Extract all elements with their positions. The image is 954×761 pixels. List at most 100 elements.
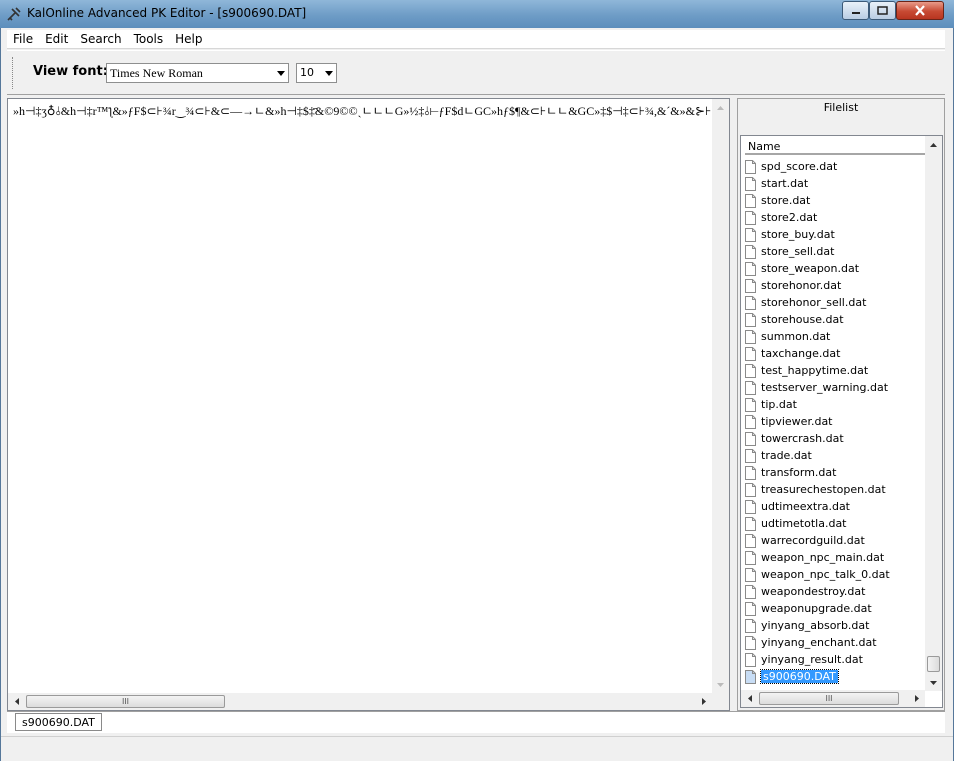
file-icon	[745, 176, 756, 191]
list-item[interactable]: start.dat	[745, 175, 925, 192]
horizontal-scroll-thumb[interactable]: III	[26, 695, 225, 708]
scroll-right-button[interactable]	[695, 693, 712, 710]
list-item-label: weapon_npc_main.dat	[761, 551, 885, 564]
text-editor[interactable]: »h⊣‡ʒ♁⫰&h⊣‡r™ƪ&»ƒF$⊂⊦¾r‿¾⊂⊦&⊂—→ㄴ&»h⊣‡$‡̄…	[7, 98, 730, 711]
list-item-label: spd_score.dat	[761, 160, 838, 173]
minimize-button[interactable]	[842, 1, 869, 20]
list-item-label: taxchange.dat	[761, 347, 841, 360]
editor-horizontal-scrollbar[interactable]: III	[8, 693, 712, 710]
list-item[interactable]: taxchange.dat	[745, 345, 925, 362]
filelist-view[interactable]: Name spd_score.dat start.dat store.dat stor…	[740, 135, 943, 708]
font-size-select[interactable]: 10	[296, 63, 337, 83]
column-header-name[interactable]: Name	[745, 138, 925, 155]
menu-search[interactable]: Search	[74, 32, 127, 46]
list-item-label: storehouse.dat	[761, 313, 844, 326]
font-size-value: 10	[300, 66, 314, 79]
list-item-label: towercrash.dat	[761, 432, 844, 445]
list-horizontal-scroll-thumb[interactable]: III	[759, 692, 899, 705]
title-bar[interactable]: KalOnline Advanced PK Editor - [s900690.…	[0, 0, 954, 28]
list-item-label: storehonor_sell.dat	[761, 296, 867, 309]
list-item[interactable]: storehouse.dat	[745, 311, 925, 328]
menu-file[interactable]: File	[7, 32, 39, 46]
list-item[interactable]: weapon_npc_talk_0.dat	[745, 566, 925, 583]
list-item[interactable]: yinyang_result.dat	[745, 651, 925, 668]
list-scroll-up-button[interactable]	[925, 136, 942, 153]
scroll-up-button[interactable]	[712, 99, 729, 116]
list-item[interactable]: tip.dat	[745, 396, 925, 413]
list-item-label: weapon_npc_talk_0.dat	[761, 568, 890, 581]
file-icon	[745, 295, 756, 310]
list-item-label: yinyang_absorb.dat	[761, 619, 870, 632]
list-item[interactable]: weapon_npc_main.dat	[745, 549, 925, 566]
file-icon	[745, 159, 756, 174]
filelist-vertical-scrollbar[interactable]	[925, 136, 942, 691]
arrow-down-icon	[717, 682, 724, 687]
font-dropdown-button[interactable]	[272, 64, 288, 82]
list-item[interactable]: testserver_warning.dat	[745, 379, 925, 396]
maximize-button[interactable]	[869, 1, 896, 20]
list-item[interactable]: storehonor_sell.dat	[745, 294, 925, 311]
toolbar-grip[interactable]	[12, 57, 15, 89]
list-item[interactable]: treasurechestopen.dat	[745, 481, 925, 498]
list-item[interactable]: yinyang_absorb.dat	[745, 617, 925, 634]
list-item-label: summon.dat	[761, 330, 831, 343]
list-item[interactable]: store_buy.dat	[745, 226, 925, 243]
chevron-down-icon	[324, 70, 333, 76]
file-icon	[745, 346, 756, 361]
scrollbar-corner	[712, 693, 729, 710]
list-item[interactable]: store_weapon.dat	[745, 260, 925, 277]
list-item[interactable]: store2.dat	[745, 209, 925, 226]
list-scroll-thumb-grip: III	[825, 694, 833, 703]
close-icon	[915, 5, 925, 16]
file-icon	[745, 635, 756, 650]
list-item-label: warrecordguild.dat	[761, 534, 865, 547]
scroll-thumb-grip: III	[121, 697, 130, 706]
menu-edit[interactable]: Edit	[39, 32, 74, 46]
list-item[interactable]: udtimetotla.dat	[745, 515, 925, 532]
size-dropdown-button[interactable]	[320, 64, 336, 82]
list-item[interactable]: summon.dat	[745, 328, 925, 345]
list-scroll-down-button[interactable]	[925, 674, 942, 691]
editor-vertical-scrollbar[interactable]	[712, 99, 729, 693]
list-item[interactable]: trade.dat	[745, 447, 925, 464]
list-item[interactable]: towercrash.dat	[745, 430, 925, 447]
list-item-label: storehonor.dat	[761, 279, 842, 292]
window-title: KalOnline Advanced PK Editor - [s900690.…	[27, 6, 307, 20]
scroll-down-button[interactable]	[712, 676, 729, 693]
editor-content[interactable]: »h⊣‡ʒ♁⫰&h⊣‡r™ƪ&»ƒF$⊂⊦¾r‿¾⊂⊦&⊂—→ㄴ&»h⊣‡$‡̄…	[13, 102, 713, 119]
file-icon	[745, 618, 756, 633]
list-item-selected[interactable]: s900690.DAT	[745, 668, 925, 685]
list-item[interactable]: tipviewer.dat	[745, 413, 925, 430]
menu-help[interactable]: Help	[169, 32, 208, 46]
list-item[interactable]: udtimeextra.dat	[745, 498, 925, 515]
arrow-down-icon	[930, 680, 937, 685]
file-icon	[745, 329, 756, 344]
list-scroll-left-button[interactable]	[741, 690, 758, 707]
view-font-label: View font:	[33, 64, 108, 79]
list-item[interactable]: yinyang_enchant.dat	[745, 634, 925, 651]
arrow-left-icon	[747, 695, 752, 702]
list-item[interactable]: store.dat	[745, 192, 925, 209]
list-item[interactable]: weaponupgrade.dat	[745, 600, 925, 617]
list-item-label: transform.dat	[761, 466, 837, 479]
list-item[interactable]: store_sell.dat	[745, 243, 925, 260]
file-icon	[745, 278, 756, 293]
filelist-horizontal-scrollbar[interactable]: III	[741, 690, 925, 707]
scroll-left-button[interactable]	[8, 693, 25, 710]
tab-s900690[interactable]: s900690.DAT	[15, 713, 102, 731]
close-button[interactable]	[896, 1, 944, 20]
filelist-panel: Filelist Name spd_score.dat start.dat stor…	[737, 98, 945, 711]
list-item[interactable]: transform.dat	[745, 464, 925, 481]
list-vertical-scroll-thumb[interactable]	[927, 656, 940, 672]
list-item[interactable]: test_happytime.dat	[745, 362, 925, 379]
list-item[interactable]: weapondestroy.dat	[745, 583, 925, 600]
list-item[interactable]: spd_score.dat	[745, 158, 925, 175]
list-item[interactable]: warrecordguild.dat	[745, 532, 925, 549]
file-icon	[745, 584, 756, 599]
filelist-title: Filelist	[823, 101, 859, 114]
list-item[interactable]: storehonor.dat	[745, 277, 925, 294]
list-scroll-right-button[interactable]	[908, 690, 925, 707]
menu-tools[interactable]: Tools	[128, 32, 170, 46]
list-item-label: store.dat	[761, 194, 811, 207]
font-select[interactable]: Times New Roman	[106, 63, 289, 83]
